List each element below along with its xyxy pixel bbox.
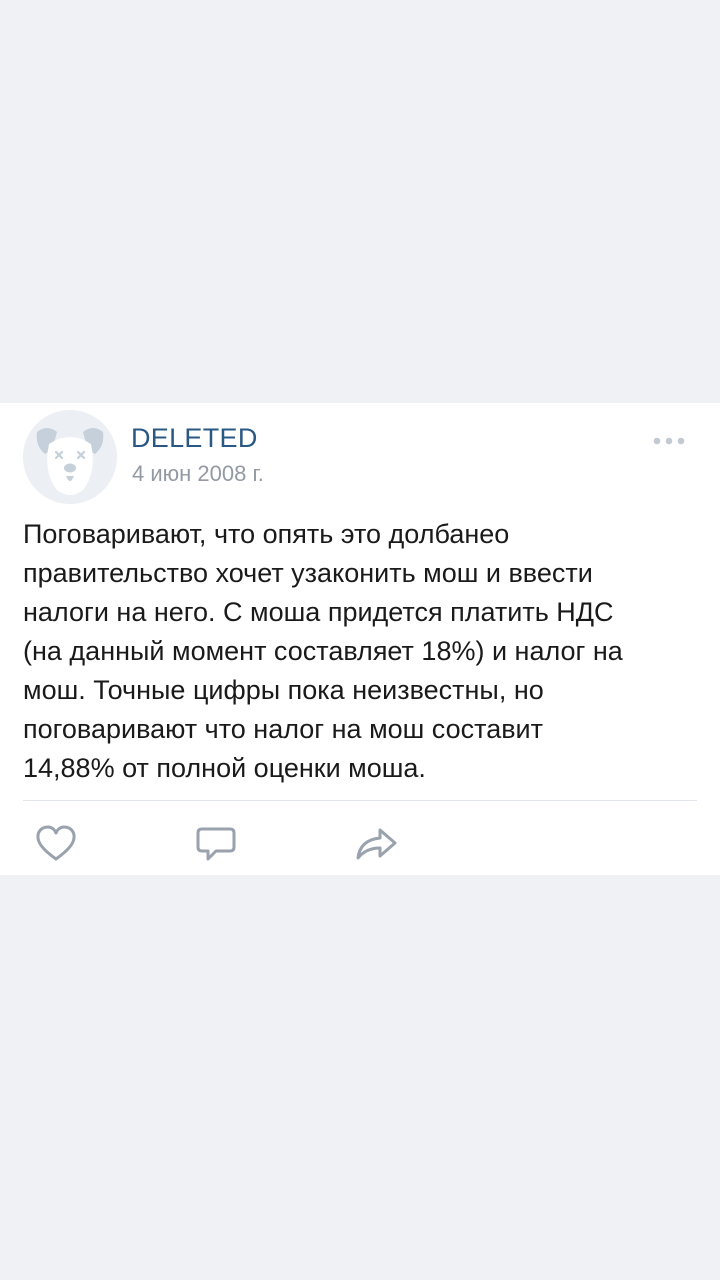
- heart-icon: [36, 825, 76, 861]
- post-text-line: правительство хочет узаконить мош и ввес…: [23, 558, 593, 588]
- post-text-line: налоги на него. С моша придется платить …: [23, 597, 614, 627]
- post-text: Поговаривают, что опять это долбанео пра…: [23, 515, 703, 788]
- more-options-button[interactable]: [650, 431, 688, 451]
- post-text-line: Поговаривают, что опять это долбанео: [23, 519, 510, 549]
- post-text-line: поговаривают что налог на мош составит: [23, 714, 544, 744]
- post-card: DELETED 4 июн 2008 г. Поговаривают, что …: [0, 403, 720, 875]
- deleted-dog-icon: [23, 410, 117, 504]
- comment-icon: [196, 827, 236, 861]
- like-button[interactable]: [34, 824, 78, 864]
- share-button[interactable]: [354, 824, 398, 864]
- comment-button[interactable]: [194, 824, 238, 864]
- post-date[interactable]: 4 июн 2008 г.: [132, 461, 264, 487]
- divider: [23, 800, 697, 801]
- avatar[interactable]: [23, 410, 117, 504]
- more-dots-icon: [653, 437, 685, 445]
- post-text-line: (на данный момент составляет 18%) и нало…: [23, 636, 623, 666]
- post-text-line: мош. Точные цифры пока неизвестны, но: [23, 675, 544, 705]
- author-name[interactable]: DELETED: [131, 423, 258, 454]
- share-arrow-icon: [356, 828, 397, 860]
- post-text-line: 14,88% от полной оценки моша.: [23, 753, 426, 783]
